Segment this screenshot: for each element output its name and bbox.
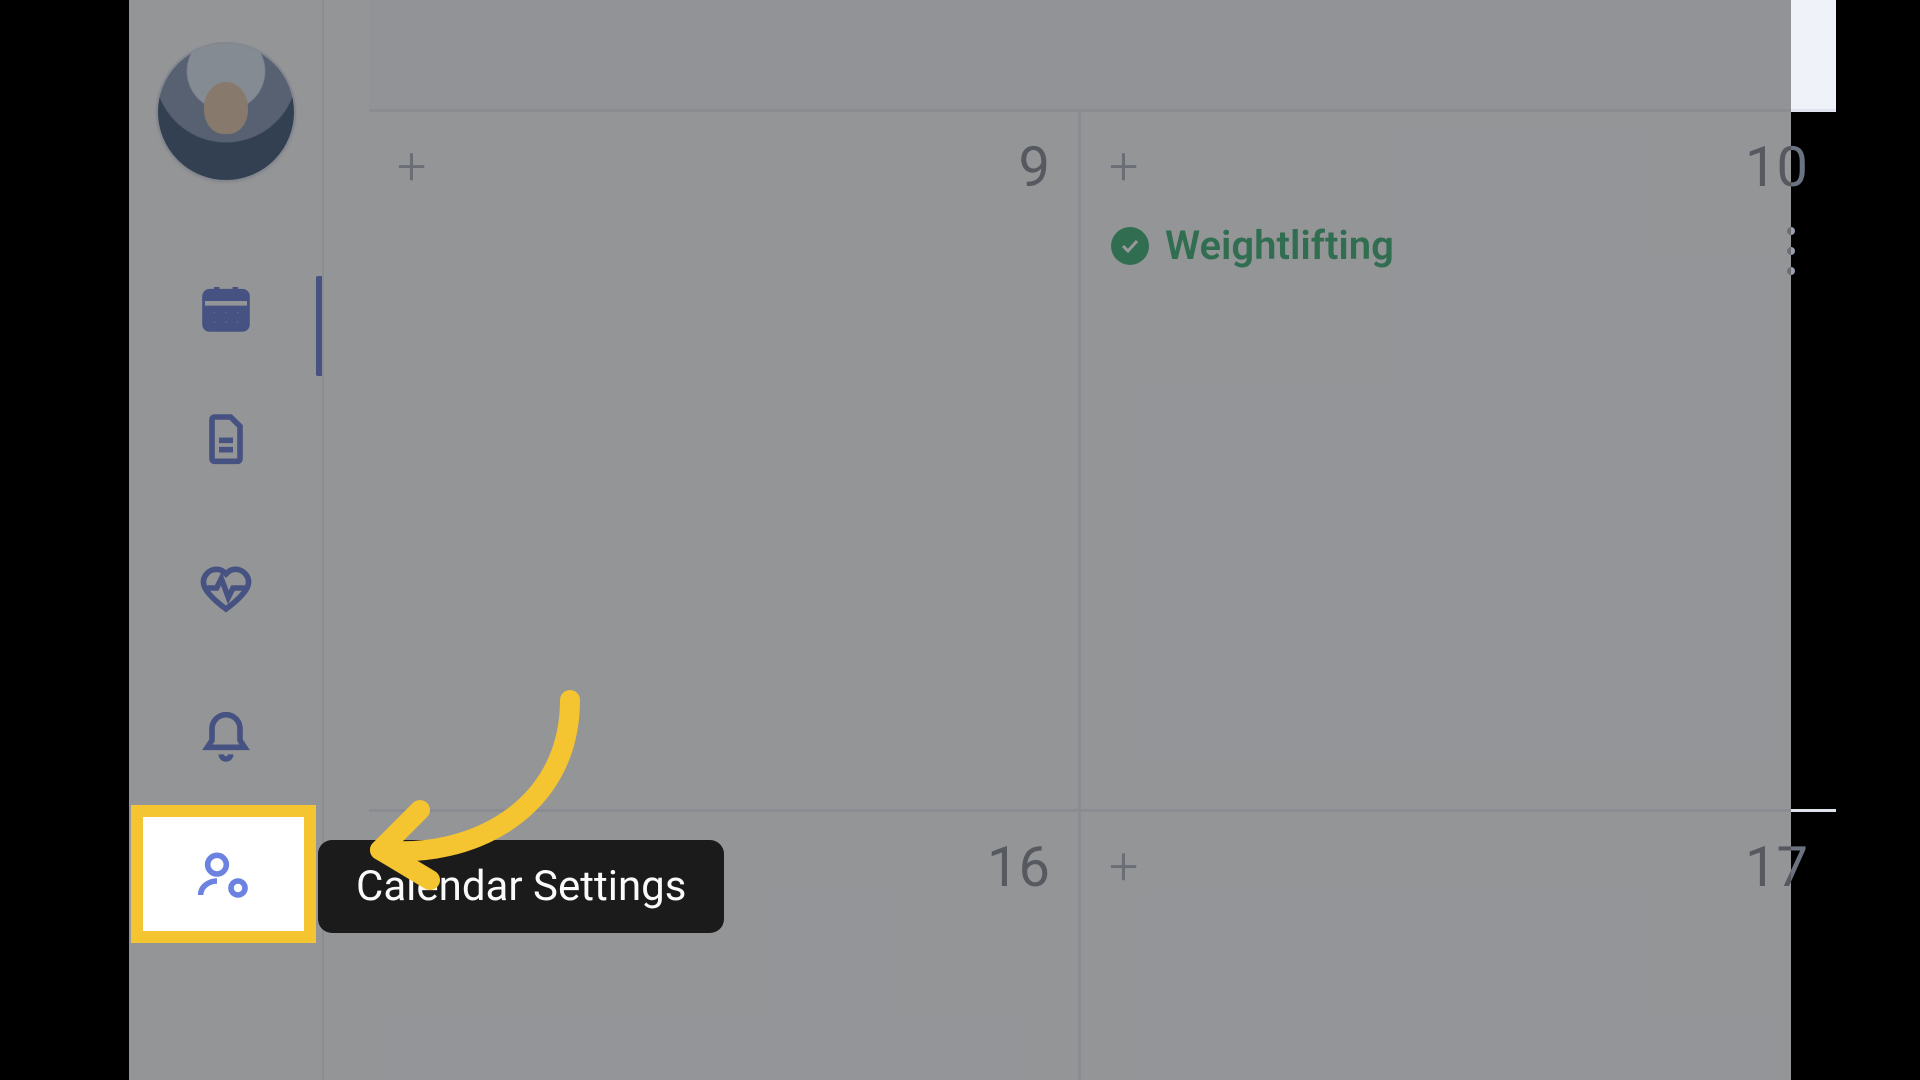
add-event-icon[interactable]: + (1109, 141, 1138, 193)
document-icon (198, 410, 254, 466)
day-number: 17 (1745, 834, 1808, 900)
calendar-grid: + 9 + 10 Weightlifting (369, 112, 1836, 1080)
day-cell-10[interactable]: + 10 Weightlifting (1081, 112, 1836, 812)
day-cell-9[interactable]: + 9 (369, 112, 1081, 812)
avatar[interactable] (156, 42, 296, 182)
sidebar-item-notifications[interactable] (129, 710, 322, 766)
calendar-header-band (369, 0, 1836, 112)
heart-rate-icon (198, 560, 254, 616)
tooltip-calendar-settings: Calendar Settings (318, 840, 724, 933)
sidebar-item-calendar[interactable] (129, 280, 322, 336)
event-weightlifting[interactable]: Weightlifting (1111, 222, 1394, 269)
event-title: Weightlifting (1165, 222, 1394, 269)
day-cell-17[interactable]: + 17 (1081, 812, 1836, 1080)
event-menu-icon[interactable] (1776, 227, 1806, 275)
bell-icon (198, 710, 254, 766)
add-event-icon[interactable]: + (1109, 841, 1138, 893)
screenshot-stage: + 9 + 10 Weightlifting (0, 0, 1920, 1080)
tooltip-text: Calendar Settings (356, 862, 686, 911)
add-event-icon[interactable]: + (397, 141, 426, 193)
sidebar-item-documents[interactable] (129, 410, 322, 466)
check-circle-icon (1111, 227, 1149, 265)
sidebar-item-health[interactable] (129, 560, 322, 616)
user-settings-icon (196, 846, 252, 902)
day-number: 9 (1019, 134, 1050, 200)
sidebar-item-calendar-settings[interactable] (131, 805, 316, 943)
calendar-icon (198, 280, 254, 336)
day-number: 10 (1745, 134, 1808, 200)
day-number: 16 (987, 834, 1050, 900)
